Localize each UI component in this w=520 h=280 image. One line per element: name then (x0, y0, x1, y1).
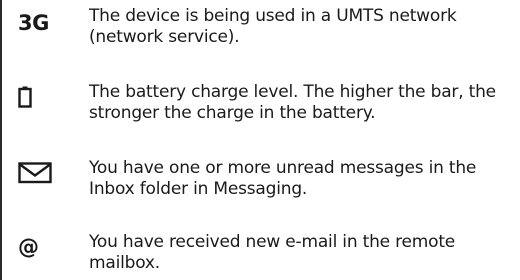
list-item-description: You have one or more unread messages in … (89, 158, 477, 199)
list-item-description: You have received new e-mail in the remo… (89, 232, 456, 273)
envelope-icon-graphic (18, 162, 52, 184)
list-item-description: The device is being used in a UMTS netwo… (89, 6, 457, 47)
envelope-icon (18, 158, 70, 188)
battery-icon-graphic (18, 86, 32, 108)
battery-icon (18, 82, 70, 112)
3g-network-icon: 3G (18, 11, 49, 35)
at-sign-icon: @ (18, 235, 39, 259)
left-border-line (0, 0, 2, 280)
list-item-description: The battery charge level. The higher the… (89, 82, 496, 123)
